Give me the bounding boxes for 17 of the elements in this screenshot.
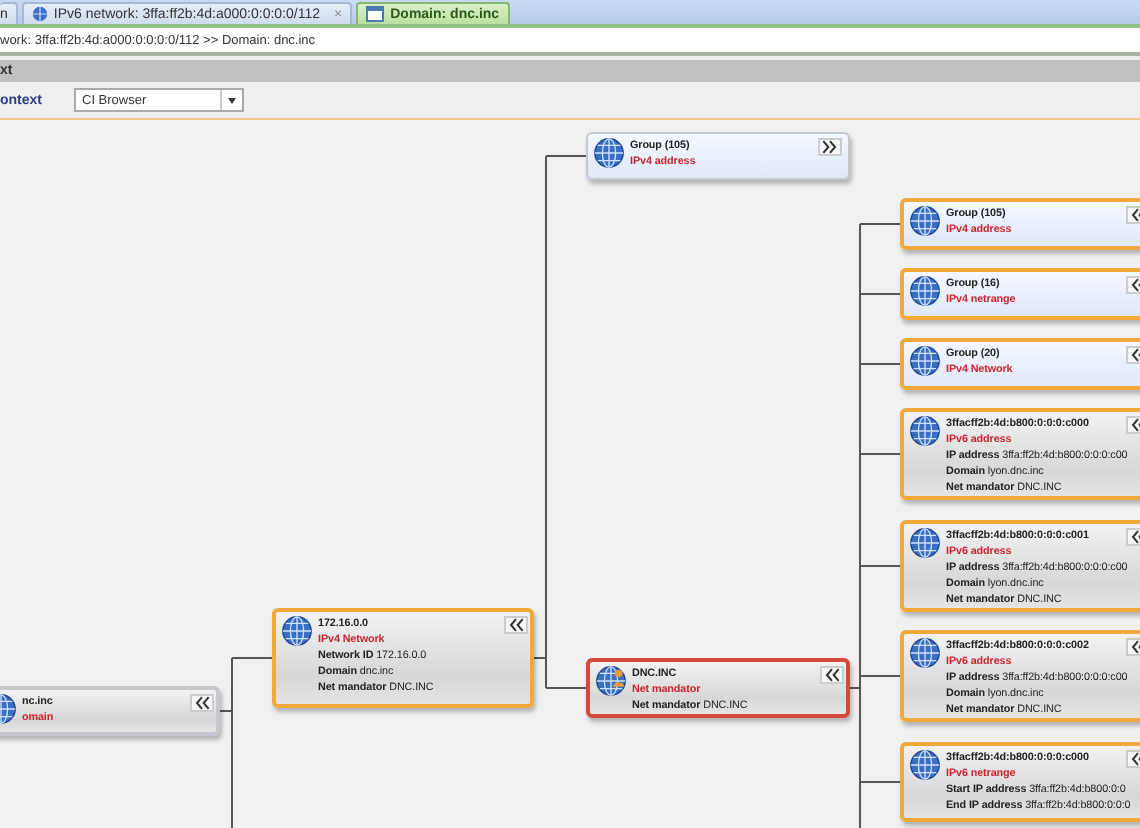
- globe-icon: [280, 614, 314, 648]
- globe-icon: [908, 204, 942, 238]
- globe-icon: [592, 136, 626, 170]
- globe-icon: [908, 748, 942, 782]
- collapse-button[interactable]: [504, 616, 528, 634]
- collapse-button[interactable]: [820, 666, 844, 684]
- globe-icon: [908, 274, 942, 308]
- globe-person-icon: [594, 664, 628, 698]
- tab-page-icon: [366, 6, 385, 22]
- globe-icon: [31, 6, 48, 22]
- expand-button[interactable]: [818, 138, 842, 156]
- caret-icon: [228, 97, 236, 103]
- globe-icon: [908, 414, 942, 448]
- globe-icon: [908, 526, 942, 560]
- globe-icon: [908, 344, 942, 378]
- globe-icon: [908, 636, 942, 670]
- collapse-button[interactable]: [190, 694, 214, 712]
